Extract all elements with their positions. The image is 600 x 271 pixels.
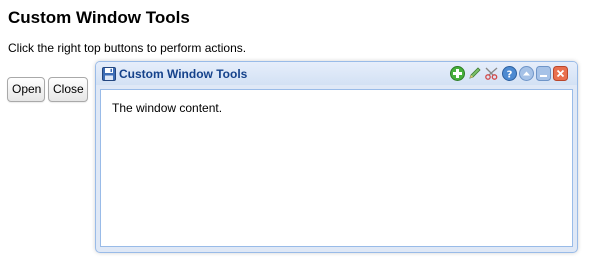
custom-window: Custom Window Tools ? The window content… [95,61,578,253]
open-button[interactable]: Open [7,77,45,102]
question-icon[interactable]: ? [502,66,517,81]
page: Custom Window Tools Click the right top … [0,0,600,271]
window-content: The window content. [112,101,223,115]
scissors-icon[interactable] [484,66,499,81]
window-body: The window content. [100,89,573,247]
window-header[interactable]: Custom Window Tools ? [96,62,577,85]
window-title: Custom Window Tools [119,67,248,81]
plus-icon[interactable] [450,66,465,81]
pencil-icon[interactable] [467,66,482,81]
page-title: Custom Window Tools [8,8,190,27]
chevron-up-icon[interactable] [519,66,534,81]
minimize-icon[interactable] [536,66,551,81]
close-icon[interactable] [553,66,568,81]
svg-text:?: ? [507,69,513,80]
page-description: Click the right top buttons to perform a… [8,41,247,55]
close-button[interactable]: Close [48,77,88,102]
save-disk-icon [102,67,116,81]
